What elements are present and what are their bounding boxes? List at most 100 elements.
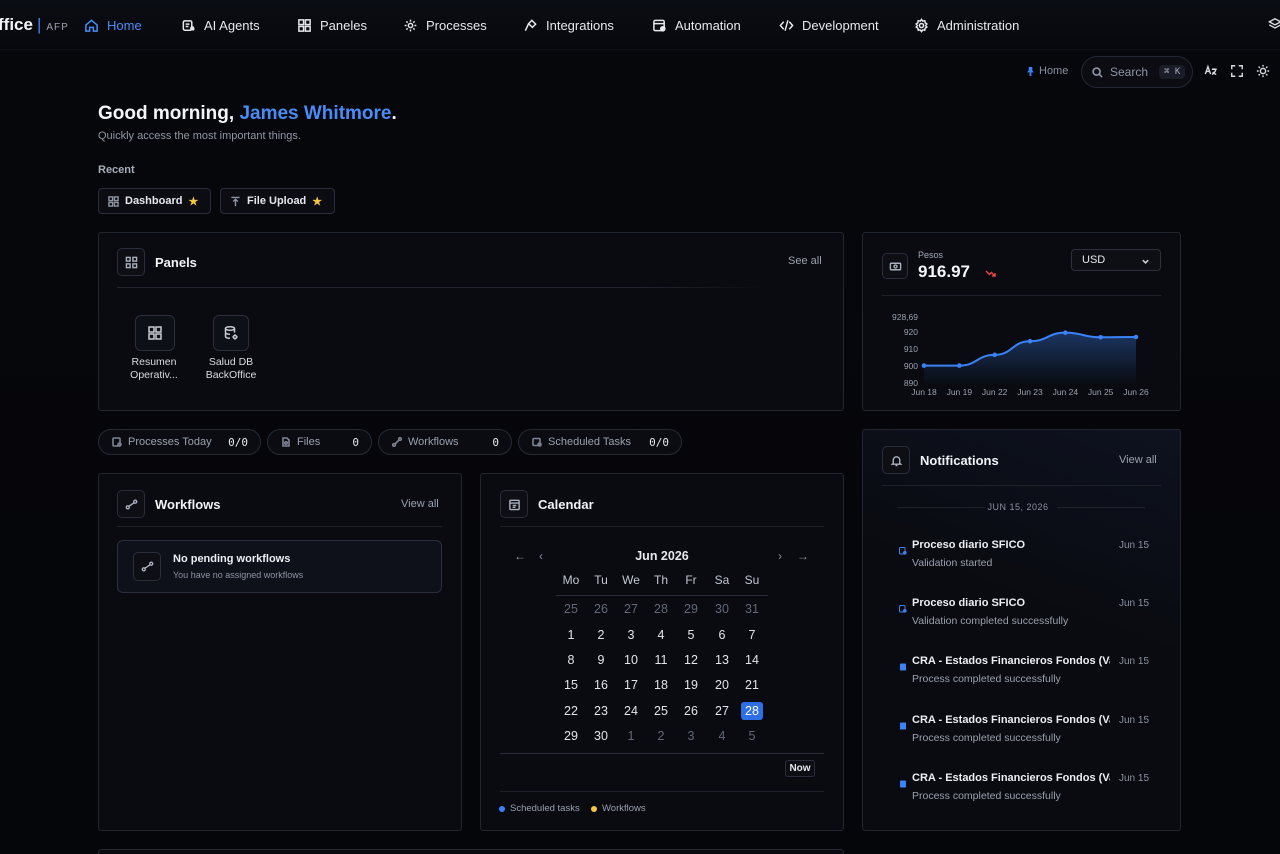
calendar-day[interactable]: 14 <box>741 651 763 669</box>
calendar-day[interactable]: 29 <box>560 727 582 745</box>
calendar-day[interactable]: 30 <box>711 600 733 618</box>
chart-point[interactable] <box>957 363 962 368</box>
stat-files[interactable]: Files 0 <box>267 429 372 455</box>
calendar-day[interactable]: 27 <box>711 702 733 720</box>
calendar-header: Calendar <box>500 490 594 518</box>
stat-workflows[interactable]: Workflows 0 <box>378 429 512 455</box>
notification-title[interactable]: Proceso diario SFICO <box>912 539 1025 551</box>
calendar-day[interactable]: 25 <box>650 702 672 720</box>
calendar-day[interactable]: 20 <box>711 676 733 694</box>
calendar-day[interactable]: 11 <box>650 651 672 669</box>
notification-subtitle: Validation started <box>912 557 993 569</box>
next-year-button[interactable]: → <box>797 549 809 563</box>
chart-point[interactable] <box>1133 334 1139 340</box>
chart-point[interactable] <box>921 363 927 368</box>
calendar-day[interactable]: 9 <box>590 651 612 669</box>
next-month-button[interactable]: › <box>778 549 782 563</box>
nav-paneles[interactable]: Paneles <box>297 15 367 35</box>
star-icon[interactable]: ★ <box>188 195 198 208</box>
currency-select[interactable]: USD <box>1071 249 1161 271</box>
chart-point[interactable] <box>1027 338 1033 344</box>
panels-see-all-link[interactable]: See all <box>788 255 822 267</box>
chart-point[interactable] <box>1098 334 1103 340</box>
recent-dashboard[interactable]: Dashboard ★ <box>98 188 211 214</box>
workflow-icon <box>141 561 153 572</box>
legend-dot-blue <box>499 805 505 812</box>
notification-title[interactable]: CRA - Estados Financieros Fondos (Vali..… <box>912 714 1110 726</box>
notification-title[interactable]: Proceso diario SFICO <box>912 597 1025 609</box>
theme-toggle[interactable] <box>1256 64 1272 80</box>
calendar-month-label[interactable]: Jun 2026 <box>618 549 706 563</box>
calendar-day[interactable]: 28 <box>741 702 763 720</box>
calendar-day[interactable]: 8 <box>560 651 582 669</box>
calendar-day[interactable]: 24 <box>620 702 642 720</box>
calendar-now-button[interactable]: Now <box>785 760 815 777</box>
calendar-bottom-divider <box>500 753 824 754</box>
workflows-header: Workflows <box>117 490 221 518</box>
prev-month-button[interactable]: ‹ <box>539 549 543 563</box>
calendar-day[interactable]: 16 <box>590 676 612 694</box>
calendar-day[interactable]: 13 <box>711 651 733 669</box>
chart-point[interactable] <box>1063 330 1068 335</box>
notifications-view-all-link[interactable]: View all <box>1119 454 1157 466</box>
brand-logo[interactable]: ffice | AFP <box>0 15 69 35</box>
nav-integrations[interactable]: Integrations <box>523 15 614 35</box>
calendar-day[interactable]: 29 <box>680 600 702 618</box>
panel-salud-label[interactable]: Salud DB BackOffice <box>198 356 264 382</box>
calendar-day[interactable]: 28 <box>650 600 672 618</box>
calendar-day[interactable]: 2 <box>650 727 672 745</box>
notification-title[interactable]: CRA - Estados Financieros Fondos (Vali..… <box>912 655 1110 667</box>
nav-administration[interactable]: Administration <box>914 15 1019 35</box>
calendar-day[interactable]: 26 <box>590 600 612 618</box>
calendar-day[interactable]: 23 <box>590 702 612 720</box>
calendar-day[interactable]: 4 <box>711 727 733 745</box>
pin-icon <box>1026 66 1035 76</box>
calendar-day[interactable]: 15 <box>560 676 582 694</box>
nav-automation[interactable]: Automation <box>652 15 741 35</box>
calendar-day[interactable]: 25 <box>560 600 582 618</box>
stat-scheduled-tasks[interactable]: Scheduled Tasks 0/0 <box>518 429 682 455</box>
calendar-day[interactable]: 30 <box>590 727 612 745</box>
calendar-day[interactable]: 3 <box>620 626 642 644</box>
layers-icon[interactable] <box>1267 17 1280 31</box>
nav-ai-agents[interactable]: AI Agents <box>181 15 260 35</box>
nav-home[interactable]: Home <box>84 15 142 35</box>
panel-resumen-label[interactable]: Resumen Operativ... <box>124 356 184 382</box>
workflows-view-all-link[interactable]: View all <box>401 498 439 510</box>
calendar-day[interactable]: 2 <box>590 626 612 644</box>
calendar-day[interactable]: 21 <box>741 676 763 694</box>
calendar-day[interactable]: 1 <box>620 727 642 745</box>
calendar-day[interactable]: 31 <box>741 600 763 618</box>
calendar-day[interactable]: 4 <box>650 626 672 644</box>
fullscreen-button[interactable] <box>1230 64 1246 80</box>
nav-development[interactable]: Development <box>779 15 879 35</box>
translate-button[interactable] <box>1204 64 1220 80</box>
calendar-day[interactable]: 3 <box>680 727 702 745</box>
process-icon <box>899 542 907 555</box>
search-input[interactable]: Search ⌘ K <box>1081 56 1193 88</box>
calendar-day[interactable]: 1 <box>560 626 582 644</box>
nav-processes[interactable]: Processes <box>403 15 487 35</box>
panel-salud-db[interactable] <box>213 315 249 351</box>
panel-resumen-operativo[interactable] <box>135 315 175 351</box>
recent-file-upload[interactable]: File Upload ★ <box>220 188 335 214</box>
notification-title[interactable]: CRA - Estados Financieros Fondos (Vali..… <box>912 772 1110 784</box>
calendar-day[interactable]: 5 <box>680 626 702 644</box>
calendar-day[interactable]: 6 <box>711 626 733 644</box>
stat-processes-today[interactable]: Processes Today 0/0 <box>98 429 261 455</box>
prev-year-button[interactable]: ← <box>514 549 526 563</box>
calendar-day[interactable]: 5 <box>741 727 763 745</box>
calendar-day[interactable]: 12 <box>680 651 702 669</box>
calendar-day[interactable]: 17 <box>620 676 642 694</box>
calendar-day[interactable]: 18 <box>650 676 672 694</box>
chart-point[interactable] <box>992 352 997 358</box>
calendar-day[interactable]: 27 <box>620 600 642 618</box>
calendar-day[interactable]: 10 <box>620 651 642 669</box>
calendar-day[interactable]: 19 <box>680 676 702 694</box>
notification-date: Jun 15 <box>1119 715 1150 726</box>
calendar-day[interactable]: 7 <box>741 626 763 644</box>
breadcrumb[interactable]: Home <box>1026 65 1068 77</box>
star-icon[interactable]: ★ <box>312 195 322 208</box>
calendar-day[interactable]: 22 <box>560 702 582 720</box>
calendar-day[interactable]: 26 <box>680 702 702 720</box>
